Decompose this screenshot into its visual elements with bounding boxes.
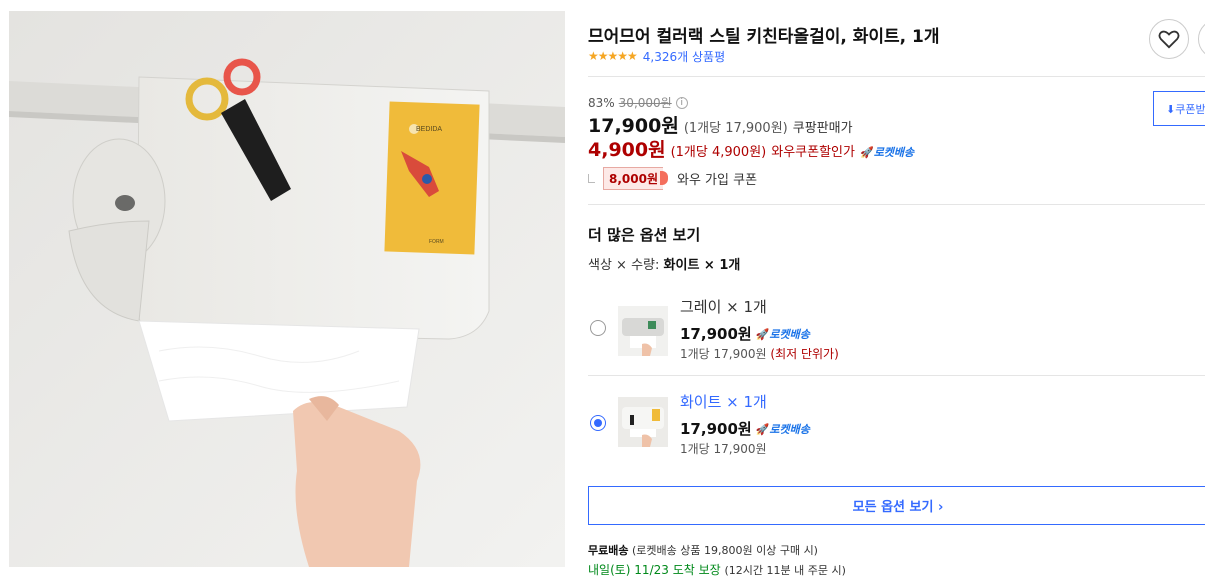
wishlist-button[interactable]: [1149, 19, 1189, 59]
rocket-delivery-badge: 🚀로켓배송: [756, 421, 810, 437]
option-name: 화이트 × 1개: [680, 393, 767, 411]
info-icon[interactable]: i: [675, 96, 688, 109]
divider: [588, 204, 1205, 205]
share-button[interactable]: [1198, 19, 1205, 59]
divider: [588, 76, 1205, 77]
option-unit: 1개당 17,900원: [680, 347, 767, 361]
rocket-icon: 🚀: [755, 422, 770, 436]
original-price: 30,000원: [618, 96, 672, 110]
sale-price: 17,900원: [588, 115, 679, 137]
discount-rate: 83%: [588, 95, 615, 110]
card-footer-text: FORM: [429, 239, 444, 245]
free-shipping-condition: (로켓배송 상품 19,800원 이상 구매 시): [631, 544, 818, 557]
wow-coupon-row: 8,000원 와우 가입 쿠폰: [588, 167, 757, 190]
corner-icon: [588, 174, 595, 183]
sale-price-row: 17,900원 (1개당 17,900원) 쿠팡판매가: [588, 111, 853, 138]
lowest-unit-badge: (최저 단위가): [770, 347, 839, 361]
coupon-price-type: 와우쿠폰할인가: [771, 145, 855, 160]
wow-coupon-tag: 8,000원: [603, 167, 668, 190]
option-unit-price: 1개당 17,900원: [680, 442, 767, 456]
heart-icon: [1158, 30, 1180, 49]
download-icon: ⬇: [1166, 103, 1176, 116]
coupon-download-button[interactable]: ⬇쿠폰받: [1153, 91, 1205, 126]
free-shipping-label: 무료배송: [588, 544, 629, 557]
free-shipping-row: 무료배송 (로켓배송 상품 19,800원 이상 구매 시): [588, 542, 818, 558]
review-count-link[interactable]: 4,326개 상품평: [643, 48, 725, 65]
option-price-row: 17,900원 🚀로켓배송: [680, 323, 810, 344]
rocket-label: 로켓배송: [769, 422, 810, 436]
rocket-icon: 🚀: [755, 327, 770, 341]
option-name: 그레이 × 1개: [680, 298, 767, 316]
option-summary-value: 화이트 × 1개: [663, 258, 741, 273]
divider: [588, 375, 1205, 376]
rocket-icon: 🚀: [859, 146, 874, 159]
star-rating-icon: ★★★★★: [588, 49, 638, 63]
option-radio[interactable]: [590, 320, 606, 336]
sale-price-type: 쿠팡판매가: [792, 121, 853, 136]
arrival-condition: (12시간 11분 내 주문 시): [724, 564, 846, 576]
option-price-row: 17,900원 🚀로켓배송: [680, 418, 810, 439]
option-thumbnail: [618, 306, 668, 356]
coupon-price: 4,900원: [588, 139, 666, 161]
all-options-button[interactable]: 모든 옵션 보기 ›: [588, 486, 1205, 525]
option-item-white[interactable]: 화이트 × 1개 17,900원 🚀로켓배송 1개당 17,900원: [588, 385, 1205, 473]
option-thumbnail: [618, 397, 668, 447]
option-unit-price: 1개당 17,900원 (최저 단위가): [680, 345, 839, 362]
arrival-date: 내일(토) 11/23 도착 보장: [588, 563, 721, 576]
option-radio-checked[interactable]: [590, 415, 606, 431]
discount-row: 83% 30,000원 i: [588, 94, 688, 111]
product-title: 므어므어 컬러랙 스틸 키친타올걸이, 화이트, 1개: [588, 27, 940, 47]
more-options-heading: 더 많은 옵션 보기: [588, 226, 701, 244]
wow-coupon-label: 와우 가입 쿠폰: [677, 173, 758, 188]
rocket-label: 로켓배송: [873, 146, 915, 159]
option-price: 17,900원: [680, 420, 752, 438]
coupon-price-row: 4,900원 (1개당 4,900원) 와우쿠폰할인가 🚀로켓배송: [588, 135, 914, 162]
option-summary: 색상 × 수량: 화이트 × 1개: [588, 254, 740, 273]
option-summary-prefix: 색상 × 수량:: [588, 258, 660, 273]
card-brand-text: BEDIDA: [416, 126, 442, 133]
coupon-button-label: 쿠폰받: [1175, 103, 1205, 116]
option-price: 17,900원: [680, 325, 752, 343]
arrival-row: 내일(토) 11/23 도착 보장 (12시간 11분 내 주문 시): [588, 561, 846, 576]
option-item-gray[interactable]: 그레이 × 1개 17,900원 🚀로켓배송 1개당 17,900원 (최저 단…: [588, 290, 1205, 378]
product-main-image[interactable]: BEDIDA FORM: [9, 11, 565, 567]
coupon-unit-price: (1개당 4,900원): [670, 145, 767, 160]
rocket-label: 로켓배송: [769, 327, 810, 341]
rocket-delivery-badge: 🚀로켓배송: [860, 144, 914, 160]
rocket-delivery-badge: 🚀로켓배송: [756, 326, 810, 342]
rating-row: ★★★★★ 4,326개 상품평: [588, 47, 725, 65]
sale-unit-price: (1개당 17,900원): [683, 121, 788, 136]
product-info-panel: 므어므어 컬러랙 스틸 키친타올걸이, 화이트, 1개 ★★★★★ 4,326개…: [588, 0, 1205, 576]
